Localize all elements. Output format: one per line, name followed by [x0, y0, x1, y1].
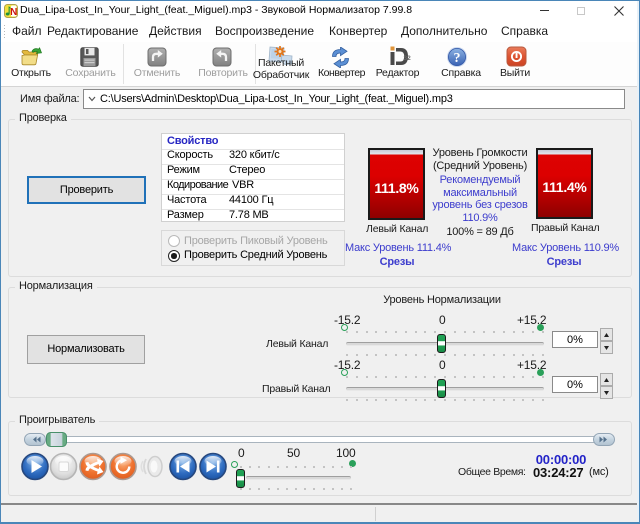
svg-text:N: N	[10, 7, 17, 18]
svg-text:32: 32	[404, 55, 412, 62]
svg-text:?: ?	[454, 51, 461, 66]
